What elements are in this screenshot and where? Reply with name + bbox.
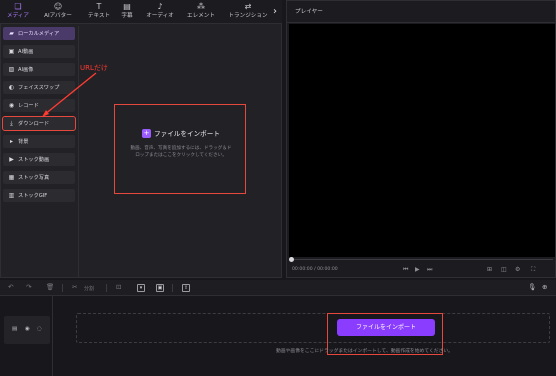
ai-image-icon: ▨ — [8, 66, 15, 73]
ai-video-icon: ▣ — [8, 48, 15, 55]
tab-audio[interactable]: ♪ オーディオ — [143, 2, 177, 22]
tab-transition[interactable]: ⇄ トランジション — [226, 2, 270, 22]
settings-icon[interactable]: ⚙ — [515, 266, 520, 273]
media-icon: ❏ — [14, 2, 22, 11]
top-tab-bar: ❏ メディア ☺ AIアバター T テキスト ▤ 字幕 ♪ オーディオ ⁂ エレ… — [0, 0, 282, 24]
prev-frame-icon[interactable]: ⏮ — [403, 266, 408, 274]
stock-gif-icon: ▥ — [8, 192, 15, 199]
timecode: 00:00:00 / 00:00:00 — [292, 267, 338, 272]
next-frame-icon[interactable]: ⏭ — [427, 266, 432, 274]
download-icon: ⤓ — [10, 119, 13, 127]
sidebar-item-face-swap[interactable]: ◐ フェイススワップ — [3, 81, 75, 94]
sidebar-item-label: ダウンロード — [18, 121, 50, 127]
sidebar-item-label: 背景 — [18, 139, 29, 145]
player-title: プレイヤー — [295, 9, 323, 15]
divider — [287, 22, 556, 23]
tab-label: AIアバター — [44, 13, 72, 19]
zoom-icon[interactable]: ⊞ — [487, 266, 492, 273]
sidebar-item-label: レコード — [18, 103, 39, 109]
tab-text[interactable]: T テキスト — [84, 2, 114, 22]
sidebar-item-label: ストック動画 — [18, 157, 50, 163]
tab-label: トランジション — [228, 13, 268, 19]
play-icon[interactable]: ▶ — [415, 266, 420, 273]
mute-icon[interactable]: ◌ — [37, 326, 42, 332]
chevron-right-icon: ▸ — [9, 138, 13, 145]
fullscreen-icon[interactable]: ⛶ — [531, 266, 535, 274]
annotation-highlight-box — [114, 104, 246, 194]
sidebar-item-ai-image[interactable]: ▨ AI画像 — [3, 63, 75, 76]
folder-icon: ▰ — [9, 30, 14, 37]
sidebar-item-label: AI画像 — [18, 67, 34, 73]
panel-divider — [78, 26, 79, 277]
tab-label: メディア — [7, 13, 29, 19]
add-track-icon[interactable]: ⊕ — [542, 283, 547, 291]
tab-element[interactable]: ⁂ エレメント — [183, 2, 219, 22]
player-panel: プレイヤー 00:00:00 / 00:00:00 ⏮ ▶ ⏭ ⊞ ◫ ⚙ ⛶ — [286, 0, 556, 278]
tab-media[interactable]: ❏ メディア — [3, 2, 33, 22]
audio-icon: ♪ — [157, 2, 163, 11]
text-icon: T — [96, 2, 102, 11]
delete-icon[interactable]: 🗑 — [46, 283, 54, 291]
split-label: 分割 — [84, 286, 95, 292]
export-frame-icon[interactable]: ⇧ — [182, 284, 190, 292]
caption-icon: ▤ — [123, 2, 131, 11]
scrubber-handle[interactable] — [289, 257, 294, 262]
visibility-icon[interactable]: ◉ — [25, 326, 30, 332]
undo-icon[interactable]: ↶ — [8, 283, 13, 291]
split-icon[interactable]: ✂ — [72, 283, 77, 291]
tab-label: 字幕 — [121, 13, 133, 19]
freeze-icon[interactable]: ▣ — [156, 284, 164, 292]
sidebar-item-label: ストックGIF — [18, 193, 48, 199]
transition-icon: ⇄ — [244, 2, 252, 11]
marker-icon[interactable]: ▾ — [137, 284, 145, 292]
stock-video-icon: ▶ — [9, 156, 14, 163]
divider — [172, 284, 173, 292]
sidebar-item-label: ローカルメディア — [18, 31, 60, 37]
player-viewport[interactable] — [289, 24, 555, 257]
playback-scrubber[interactable] — [291, 259, 553, 260]
element-icon: ⁂ — [197, 2, 205, 11]
sidebar-item-label: フェイススワップ — [18, 85, 60, 91]
crop-icon[interactable]: ⊡ — [116, 283, 121, 291]
media-sidebar: ▰ ローカルメディア ▣ AI動画 ▨ AI画像 ◐ フェイススワップ ◉ レコ… — [2, 27, 76, 207]
sidebar-item-stock-photo[interactable]: ▦ ストック写真 — [3, 171, 75, 184]
sidebar-item-stock-gif[interactable]: ▥ ストックGIF — [3, 189, 75, 202]
sidebar-item-record[interactable]: ◉ レコード — [3, 99, 75, 112]
divider — [62, 284, 63, 292]
sidebar-item-label: ストック写真 — [18, 175, 50, 181]
chevron-right-icon[interactable]: › — [270, 4, 280, 20]
record-icon: ◉ — [8, 102, 15, 109]
annotation-label: URLだけ — [80, 64, 108, 72]
sidebar-item-background[interactable]: ▸ 背景 — [3, 135, 75, 148]
divider — [106, 284, 107, 292]
tab-ai-avatar[interactable]: ☺ AIアバター — [40, 2, 76, 22]
sidebar-item-download[interactable]: ⤓ ダウンロード — [2, 116, 76, 131]
divider — [52, 296, 53, 376]
sidebar-item-stock-video[interactable]: ▶ ストック動画 — [3, 153, 75, 166]
tab-label: オーディオ — [146, 13, 174, 19]
timeline-hint: 動画や画像をここにドラッグまたはインポートして、動画作成を始めてください。 — [276, 349, 453, 354]
sidebar-item-local-media[interactable]: ▰ ローカルメディア — [3, 27, 75, 40]
tab-label: エレメント — [187, 13, 215, 19]
face-swap-icon: ◐ — [8, 84, 15, 91]
mic-icon[interactable]: 🎙 — [528, 283, 536, 291]
ai-avatar-icon: ☺ — [53, 2, 63, 11]
tab-label: テキスト — [87, 13, 111, 19]
snapshot-icon[interactable]: ◫ — [501, 266, 507, 273]
sidebar-item-ai-video[interactable]: ▣ AI動画 — [3, 45, 75, 58]
tab-caption[interactable]: ▤ 字幕 — [117, 2, 137, 22]
redo-icon[interactable]: ↷ — [26, 283, 31, 291]
sidebar-item-label: AI動画 — [18, 49, 34, 55]
track-lock-icon[interactable]: ▤ — [12, 326, 17, 332]
timeline-dropzone[interactable] — [76, 313, 550, 343]
stock-photo-icon: ▦ — [8, 174, 15, 181]
